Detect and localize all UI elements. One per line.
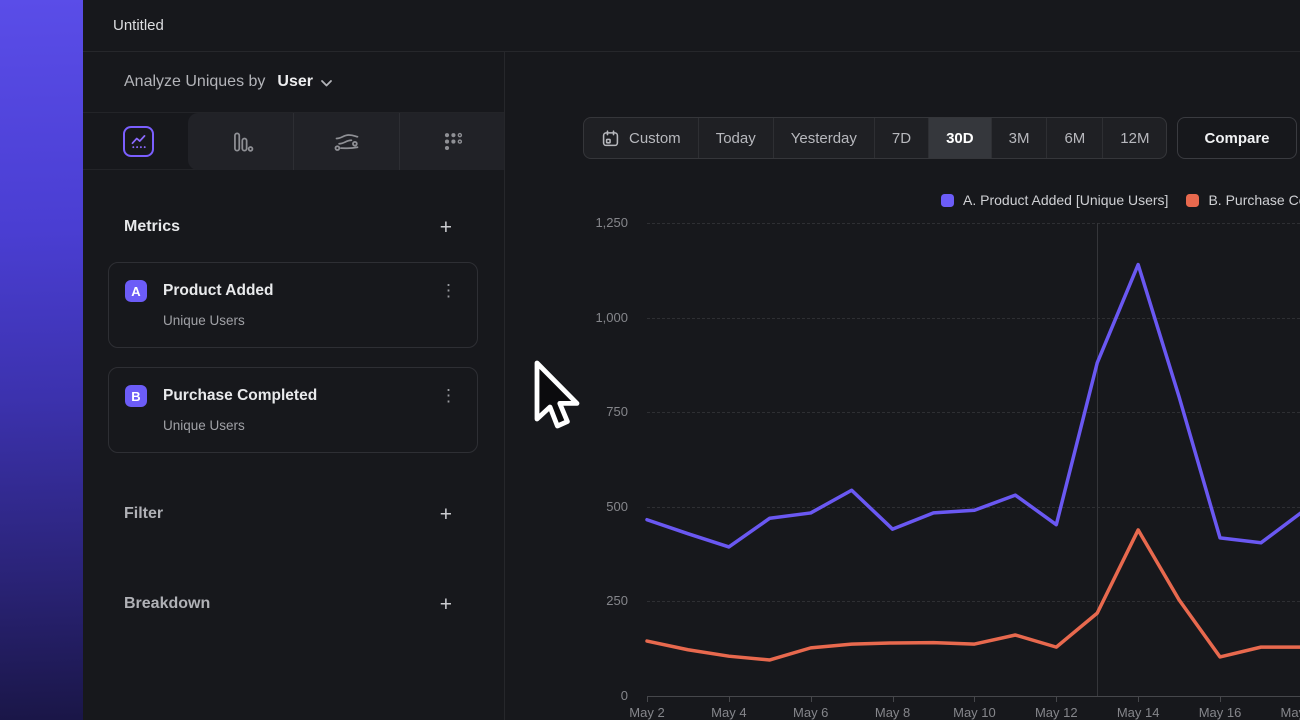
analytics-app-window: Untitled Analyze Uniques by User [83, 0, 1300, 720]
y-axis-tick-label: 0 [505, 688, 628, 703]
report-title[interactable]: Untitled [113, 17, 164, 34]
series-line-a [647, 265, 1300, 547]
metrics-section-header: Metrics + [83, 210, 504, 244]
top-bar: Untitled [83, 0, 1300, 52]
filter-label: Filter [124, 505, 163, 523]
chart-type-tabs [83, 113, 504, 170]
x-axis-tick-label: May 16 [1199, 705, 1242, 720]
line-chart-icon [129, 132, 148, 151]
y-axis-tick-label: 750 [505, 404, 628, 419]
chevron-down-icon[interactable] [320, 79, 333, 88]
flows-icon [333, 130, 361, 154]
breakdown-label: Breakdown [124, 595, 210, 613]
metric-name: Product Added [163, 282, 436, 300]
desktop-wallpaper [0, 0, 83, 720]
add-metric-button[interactable]: + [440, 217, 452, 238]
add-filter-button[interactable]: + [440, 504, 452, 525]
y-gridline [647, 223, 1300, 224]
metric-badge-b: B [125, 385, 147, 407]
x-axis-tick [1220, 697, 1221, 702]
metric-menu-icon[interactable]: ⋮ [436, 281, 461, 301]
analyze-by-value[interactable]: User [277, 73, 313, 91]
x-axis-tick-label: May 14 [1117, 705, 1160, 720]
x-axis-tick [811, 697, 812, 702]
x-axis-tick-label: May 2 [629, 705, 664, 720]
line-chart-plot[interactable]: 1,250 1,000 750 500 250 0May 2 May 4 May 6 May 8… [505, 52, 1300, 720]
analyze-by-row: Analyze Uniques by User [83, 52, 504, 113]
x-axis-tick-label: May 10 [953, 705, 996, 720]
x-axis-tick [974, 697, 975, 702]
bar-chart-icon [228, 129, 254, 155]
metric-badge-a: A [125, 280, 147, 302]
x-axis-tick [1056, 697, 1057, 702]
metric-card-a[interactable]: A Product Added ⋮ Unique Users [108, 262, 478, 348]
grid-dots-icon [441, 130, 465, 154]
tab-line-chart[interactable] [123, 126, 154, 157]
add-breakdown-button[interactable]: + [440, 594, 452, 615]
y-gridline [647, 507, 1300, 508]
chart-series-svg [505, 52, 1300, 720]
metric-measurement[interactable]: Unique Users [163, 313, 461, 328]
metric-name: Purchase Completed [163, 387, 436, 405]
y-axis-tick-label: 1,250 [505, 215, 628, 230]
y-gridline [647, 318, 1300, 319]
x-axis-tick-label: May 4 [711, 705, 746, 720]
metric-measurement[interactable]: Unique Users [163, 418, 461, 433]
metrics-label: Metrics [124, 218, 180, 236]
tab-grid-dots[interactable] [399, 113, 505, 170]
analyze-by-label: Analyze Uniques by [124, 73, 265, 91]
chart-type-tab-tray [188, 113, 505, 170]
tab-bar-chart[interactable] [188, 113, 293, 170]
series-line-b [647, 530, 1300, 660]
x-axis-tick [647, 697, 648, 702]
filter-section-header: Filter + [83, 497, 504, 531]
x-axis-tick [893, 697, 894, 702]
query-sidebar: Analyze Uniques by User [83, 52, 505, 720]
tab-flows[interactable] [293, 113, 399, 170]
breakdown-section-header: Breakdown + [83, 587, 504, 621]
metric-menu-icon[interactable]: ⋮ [436, 386, 461, 406]
metric-card-b[interactable]: B Purchase Completed ⋮ Unique Users [108, 367, 478, 453]
x-axis-tick [729, 697, 730, 702]
x-axis-tick-label: May 18 [1281, 705, 1300, 720]
y-gridline [647, 412, 1300, 413]
y-gridline [647, 601, 1300, 602]
y-axis-tick-label: 500 [505, 499, 628, 514]
vertical-gridline [1097, 223, 1098, 696]
y-axis-tick-label: 1,000 [505, 310, 628, 325]
x-axis-tick-label: May 6 [793, 705, 828, 720]
x-axis-tick-label: May 12 [1035, 705, 1078, 720]
chart-panel: Custom Today Yesterday 7D 30D 3M 6M 12M … [505, 52, 1300, 720]
x-axis-tick [1138, 697, 1139, 702]
y-axis-tick-label: 250 [505, 593, 628, 608]
x-axis-tick-label: May 8 [875, 705, 910, 720]
